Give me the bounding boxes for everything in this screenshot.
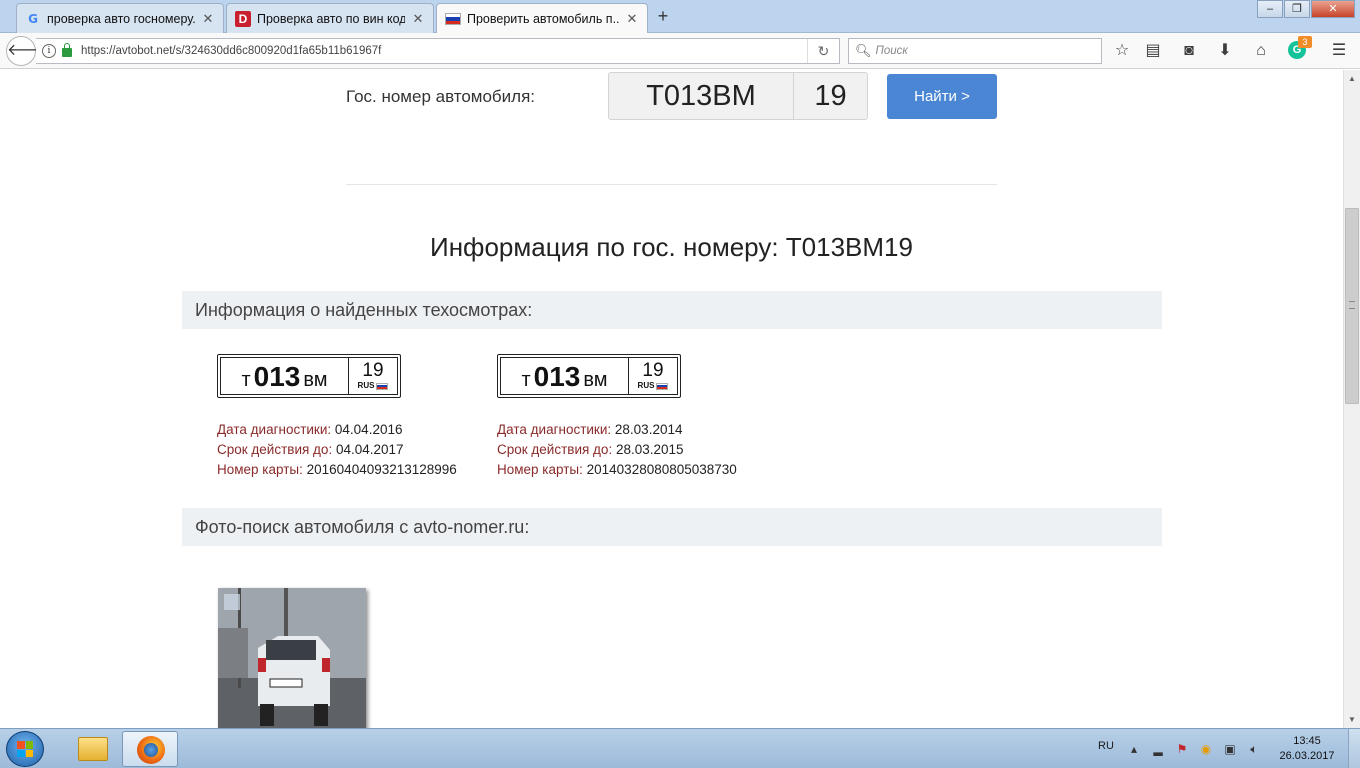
firefox-icon <box>137 736 165 764</box>
valid-until-value: 28.03.2015 <box>615 442 684 457</box>
divider <box>346 184 997 185</box>
plate-number-input[interactable]: Т013ВМ <box>609 73 794 119</box>
minimize-button[interactable]: – <box>1257 0 1283 18</box>
scroll-down-icon[interactable]: ▼ <box>1344 711 1360 728</box>
explorer-taskbar-button[interactable] <box>62 731 118 767</box>
site-info-icon[interactable]: i <box>42 44 56 58</box>
plate-country: RUS <box>357 381 375 390</box>
scrollbar-thumb[interactable] <box>1345 208 1359 404</box>
lock-icon <box>62 43 72 57</box>
clock-date: 26.03.2017 <box>1279 750 1335 762</box>
google-icon: G <box>28 11 38 26</box>
valid-until-label: Срок действия до: <box>217 442 333 457</box>
russia-flag-icon <box>445 13 461 25</box>
windows-logo-icon <box>17 741 33 757</box>
inspection-card: т 013 вм 19 RUS Дата диагностики: 28.03.… <box>497 354 767 480</box>
plate-digits: 013 <box>253 361 301 392</box>
drom-icon: D <box>235 10 251 27</box>
pocket-icon[interactable]: ◙ <box>1178 41 1200 61</box>
valid-until-value: 04.04.2017 <box>335 442 404 457</box>
url-text[interactable]: https://avtobot.net/s/324630dd6c800920d1… <box>81 45 807 57</box>
diagnostic-date-label: Дата диагностики: <box>217 422 332 437</box>
diagnostic-date-label: Дата диагностики: <box>497 422 612 437</box>
plate-digits: 013 <box>533 361 581 392</box>
card-number-label: Номер карты: <box>497 462 583 477</box>
bookmark-star-icon[interactable]: ☆ <box>1111 41 1133 61</box>
close-tab-icon[interactable]: ✕ <box>411 11 425 27</box>
folder-icon <box>78 737 108 761</box>
plate-input-group: Т013ВМ 19 <box>608 72 868 120</box>
inspections-section-header: Информация о найденных техосмотрах: <box>182 291 1162 329</box>
page-scrollbar[interactable]: ▲ ▼ <box>1343 70 1360 728</box>
page-content: Гос. номер автомобиля: Т013ВМ 19 Найти >… <box>0 70 1343 728</box>
close-tab-icon[interactable]: ✕ <box>201 11 215 27</box>
usb-device-icon[interactable]: ▣ <box>1222 741 1238 757</box>
language-indicator[interactable]: RU <box>1098 740 1114 752</box>
navigation-toolbar: 🡐 i https://avtobot.net/s/324630dd6c8009… <box>0 33 1360 69</box>
card-number-label: Номер карты: <box>217 462 303 477</box>
address-bar[interactable]: i https://avtobot.net/s/324630dd6c800920… <box>36 38 840 64</box>
diagnostic-date-value: 04.04.2016 <box>334 422 403 437</box>
menu-icon[interactable]: ☰ <box>1328 41 1350 61</box>
close-tab-icon[interactable]: ✕ <box>625 11 639 27</box>
tab-avtobot[interactable]: Проверить автомобиль п... ✕ <box>436 3 648 34</box>
plate-region-input[interactable]: 19 <box>794 73 867 119</box>
start-button[interactable] <box>6 731 44 767</box>
back-button[interactable]: 🡐 <box>6 36 50 66</box>
action-center-flag-icon[interactable]: ⚑ <box>1174 741 1190 757</box>
firefox-taskbar-button[interactable] <box>122 731 178 767</box>
plate-region: 19 <box>642 360 664 381</box>
plate-region: 19 <box>362 360 384 381</box>
inspection-details: Дата диагностики: 28.03.2014 Срок действ… <box>497 420 767 480</box>
network-signal-icon[interactable]: ▂ <box>1150 741 1166 757</box>
show-hidden-icons-icon[interactable]: ▴ <box>1126 741 1142 757</box>
plate-letter: т <box>521 369 531 391</box>
valid-until-label: Срок действия до: <box>497 442 613 457</box>
tab-title: Проверка авто по вин код... <box>257 11 405 26</box>
home-icon[interactable]: ⌂ <box>1250 41 1272 61</box>
card-number-value: 20140328080805038730 <box>586 462 737 477</box>
tab-bar: G проверка авто госномеру... ✕ D Проверк… <box>0 0 1360 34</box>
plate-country: RUS <box>637 381 655 390</box>
inspection-details: Дата диагностики: 04.04.2016 Срок действ… <box>217 420 487 480</box>
card-number-value: 20160404093213128996 <box>306 462 457 477</box>
car-photo-image <box>218 588 366 728</box>
tab-title: проверка авто госномеру... <box>47 11 195 26</box>
show-desktop-button[interactable] <box>1348 729 1360 768</box>
search-icon: 🔍︎ <box>855 43 872 58</box>
plate-search-label: Гос. номер автомобиля: <box>346 87 536 106</box>
result-title: Информация по гос. номеру: Т013ВМ19 <box>430 232 913 262</box>
tab-drom[interactable]: D Проверка авто по вин код... ✕ <box>226 3 434 33</box>
diagnostic-date-value: 28.03.2014 <box>614 422 683 437</box>
russia-flag-icon <box>656 382 669 390</box>
restore-button[interactable]: ❐ <box>1284 0 1310 18</box>
search-input[interactable]: 🔍︎ Поиск <box>848 38 1102 64</box>
plate-letter: т <box>241 369 251 391</box>
find-button[interactable]: Найти > <box>887 74 997 119</box>
tab-google-search[interactable]: G проверка авто госномеру... ✕ <box>16 3 224 33</box>
download-icon[interactable]: ⬇ <box>1214 41 1236 61</box>
tab-title: Проверить автомобиль п... <box>467 12 619 26</box>
grammarly-badge: 3 <box>1298 36 1312 48</box>
search-placeholder: Поиск <box>875 45 908 57</box>
car-photo[interactable] <box>218 588 366 728</box>
license-plate: т 013 вм 19 RUS <box>217 354 401 398</box>
scroll-up-icon[interactable]: ▲ <box>1344 70 1360 87</box>
system-clock[interactable]: 13:45 26.03.2017 <box>1274 734 1340 764</box>
plate-letters: вм <box>303 369 328 391</box>
inspection-card: т 013 вм 19 RUS Дата диагностики: 04.04.… <box>217 354 487 480</box>
new-tab-button[interactable]: + <box>652 4 674 28</box>
window-controls: – ❐ ✕ <box>1256 0 1355 20</box>
close-window-button[interactable]: ✕ <box>1311 0 1355 18</box>
license-plate: т 013 вм 19 RUS <box>497 354 681 398</box>
plate-letters: вм <box>583 369 608 391</box>
reload-icon[interactable]: ↻ <box>807 39 839 63</box>
russia-flag-icon <box>376 382 389 390</box>
clock-time: 13:45 <box>1293 735 1321 747</box>
photo-search-section-header: Фото-поиск автомобиля с avto-nomer.ru: <box>182 508 1162 546</box>
reading-list-icon[interactable]: ▤ <box>1142 41 1164 61</box>
windows-taskbar: RU ▴ ▂ ⚑ ◉ ▣ 🔈︎ 13:45 26.03.2017 <box>0 728 1360 768</box>
app-tray-icon[interactable]: ◉ <box>1198 741 1214 757</box>
volume-icon[interactable]: 🔈︎ <box>1246 741 1262 757</box>
